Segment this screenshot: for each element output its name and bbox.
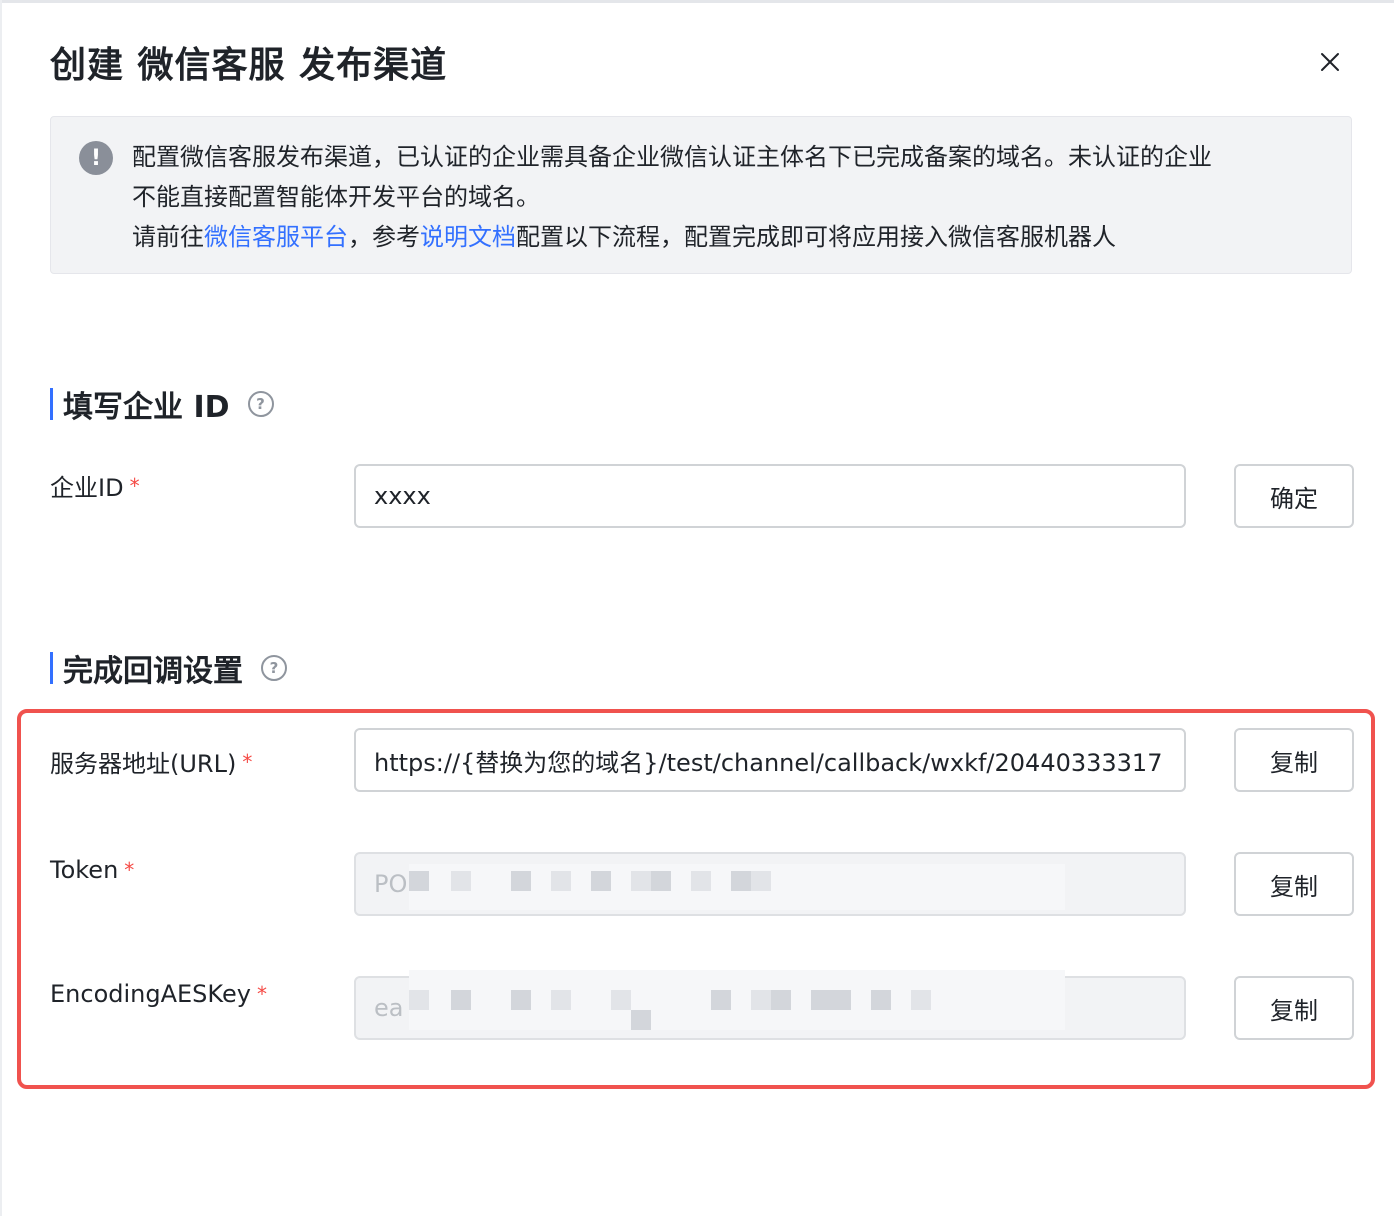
required-mark: * bbox=[129, 473, 140, 498]
enterprise-id-value: xxxx bbox=[374, 482, 431, 510]
notice-line-2: 不能直接配置智能体开发平台的域名。 bbox=[132, 183, 540, 211]
server-url-input[interactable]: https://{替换为您的域名}/test/channel/callback/… bbox=[354, 728, 1186, 792]
enterprise-id-input[interactable]: xxxx bbox=[354, 464, 1186, 528]
confirm-button[interactable]: 确定 bbox=[1234, 464, 1354, 528]
exclamation-icon: ! bbox=[79, 141, 113, 175]
window-left-border bbox=[0, 0, 2, 1216]
dialog-title: 创建 微信客服 发布渠道 bbox=[50, 45, 448, 86]
server-url-value: https://{替换为您的域名}/test/channel/callback/… bbox=[374, 748, 1163, 777]
notice-banner: ! 配置微信客服发布渠道，已认证的企业需具备企业微信认证主体名下已完成备案的域名… bbox=[50, 116, 1352, 274]
required-mark: * bbox=[256, 982, 267, 1006]
close-button[interactable] bbox=[1312, 44, 1348, 80]
copy-token-button[interactable]: 复制 bbox=[1234, 852, 1354, 916]
redaction-overlay-aes-key bbox=[409, 970, 1065, 1030]
copy-url-button[interactable]: 复制 bbox=[1234, 728, 1354, 792]
section-callback: 完成回调设置 ? bbox=[50, 650, 287, 689]
aes-key-label: EncodingAESKey * bbox=[50, 980, 267, 1008]
server-url-label-text: 服务器地址(URL) bbox=[50, 750, 237, 778]
question-icon[interactable]: ? bbox=[247, 391, 274, 417]
window-top-border bbox=[0, 0, 1394, 3]
token-label-text: Token bbox=[50, 856, 119, 884]
required-mark: * bbox=[242, 749, 253, 774]
section-accent-bar bbox=[50, 652, 53, 684]
question-icon[interactable]: ? bbox=[261, 655, 287, 681]
section-accent-bar bbox=[50, 388, 53, 420]
section-callback-title: 完成回调设置 bbox=[63, 654, 243, 689]
close-icon bbox=[1321, 53, 1339, 71]
section-enterprise-id: 填写企业 ID ? bbox=[50, 386, 274, 425]
wechat-kf-platform-link[interactable]: 微信客服平台 bbox=[204, 223, 348, 251]
copy-aes-key-button[interactable]: 复制 bbox=[1234, 976, 1354, 1040]
enterprise-id-label: 企业ID * bbox=[50, 468, 140, 503]
notice-line-3: 请前往微信客服平台，参考说明文档配置以下流程，配置完成即可将应用接入微信客服机器… bbox=[132, 217, 1322, 257]
aes-key-value: ea bbox=[374, 994, 404, 1022]
notice-suffix: 配置以下流程，配置完成即可将应用接入微信客服机器人 bbox=[516, 223, 1116, 251]
section-enterprise-title: 填写企业 ID bbox=[63, 390, 230, 425]
notice-mid: ，参考 bbox=[348, 223, 420, 251]
server-url-label: 服务器地址(URL) * bbox=[50, 744, 252, 779]
token-label: Token * bbox=[50, 856, 134, 884]
enterprise-id-label-text: 企业ID bbox=[50, 474, 124, 502]
notice-text: 配置微信客服发布渠道，已认证的企业需具备企业微信认证主体名下已完成备案的域名。未… bbox=[132, 137, 1322, 257]
token-value: PO bbox=[374, 870, 408, 898]
aes-key-label-text: EncodingAESKey bbox=[50, 980, 251, 1008]
notice-line-1: 配置微信客服发布渠道，已认证的企业需具备企业微信认证主体名下已完成备案的域名。未… bbox=[132, 143, 1212, 171]
required-mark: * bbox=[124, 858, 135, 882]
redaction-overlay-token bbox=[409, 864, 1065, 910]
docs-link[interactable]: 说明文档 bbox=[420, 223, 516, 251]
notice-prefix: 请前往 bbox=[132, 223, 204, 251]
